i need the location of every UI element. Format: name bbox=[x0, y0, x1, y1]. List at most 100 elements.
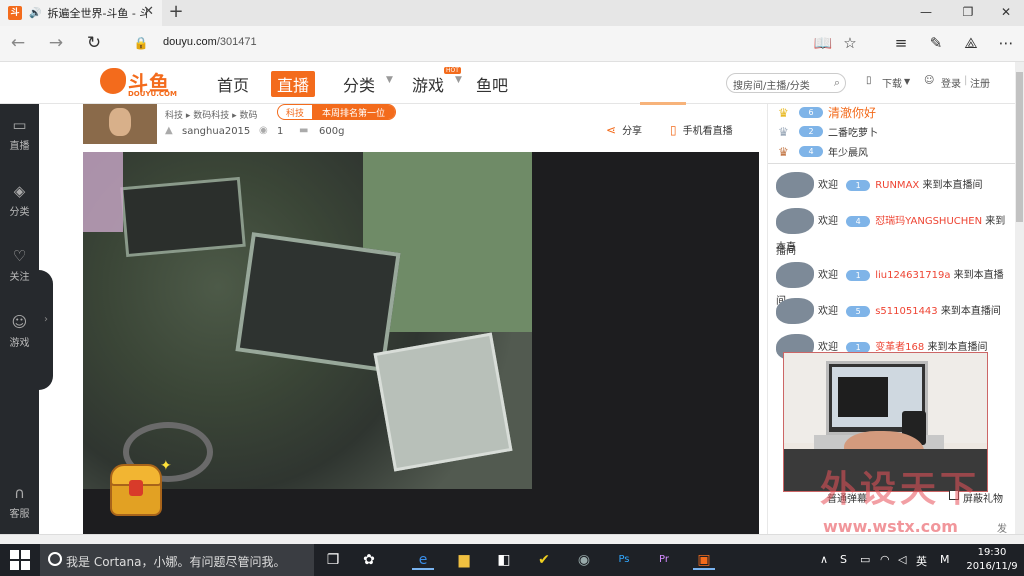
back-icon[interactable]: ← bbox=[7, 33, 29, 53]
breadcrumb-item[interactable]: 科技 bbox=[165, 111, 183, 121]
hub-icon[interactable]: ≡ bbox=[890, 34, 912, 52]
horizontal-scrollbar[interactable] bbox=[0, 534, 1024, 544]
sidebar-item-follow[interactable]: ♡ 关注 bbox=[0, 247, 39, 283]
fan-name: 年少晨风 bbox=[828, 148, 868, 159]
web-note-icon[interactable]: ✎ bbox=[925, 34, 947, 52]
welcome-text: 欢迎 bbox=[818, 270, 838, 281]
more-icon[interactable]: ⋯ bbox=[995, 34, 1017, 52]
tray-expand-icon[interactable]: ∧ bbox=[820, 553, 828, 566]
fish-avatar-icon bbox=[776, 208, 814, 234]
fan-row[interactable]: ♛ 2 二番吃萝卜 bbox=[778, 124, 878, 140]
breadcrumb-item[interactable]: 数码科技 bbox=[193, 111, 229, 121]
minimize-icon[interactable]: — bbox=[916, 5, 936, 19]
task-view-icon[interactable]: ❐ bbox=[322, 550, 344, 570]
norton-icon[interactable]: ✔ bbox=[533, 550, 555, 570]
register-link[interactable]: 注册 bbox=[970, 75, 990, 90]
fish-avatar-icon bbox=[776, 298, 814, 324]
fan-name: 二番吃萝卜 bbox=[828, 128, 878, 139]
browser-tab[interactable]: 斗 🔊 拆遍全世界-斗鱼 - 斗 ✕ bbox=[0, 0, 162, 26]
login-link[interactable]: 登录 bbox=[941, 75, 961, 90]
clock-time: 19:30 bbox=[977, 547, 1007, 558]
maximize-icon[interactable]: ❐ bbox=[958, 5, 978, 19]
sidebar-label: 直播 bbox=[9, 141, 30, 152]
share-browser-icon[interactable]: ⟁ bbox=[960, 34, 982, 52]
anchor-weight: 600g bbox=[319, 126, 345, 137]
sidebar-label: 客服 bbox=[9, 509, 30, 520]
volume-icon[interactable]: ◁ bbox=[898, 553, 906, 566]
tray-app-icon[interactable]: S bbox=[840, 553, 847, 566]
user-badge: 5 bbox=[846, 306, 871, 317]
fan-row[interactable]: ♛ 4 年少晨风 bbox=[778, 144, 868, 160]
share-button[interactable]: ⋖ 分享 bbox=[606, 122, 642, 137]
reading-view-icon[interactable]: 📖 bbox=[812, 34, 834, 52]
close-window-icon[interactable]: ✕ bbox=[996, 5, 1016, 19]
mobile-watch-label: 手机看直播 bbox=[682, 126, 733, 137]
chat-user[interactable]: RUNMAX bbox=[875, 180, 919, 191]
new-tab-icon[interactable]: + bbox=[166, 1, 186, 22]
ime-indicator[interactable]: 英 bbox=[916, 553, 927, 569]
sidebar-item-games[interactable]: ☺ 游戏 bbox=[0, 313, 39, 349]
download-link[interactable]: 下载 bbox=[882, 75, 902, 90]
cortana-search[interactable]: 我是 Cortana，小娜。有问题尽管问我。 bbox=[40, 544, 314, 576]
network-icon[interactable]: ▭ bbox=[860, 553, 870, 566]
sidebar-item-support[interactable]: ∩ 客服 bbox=[0, 484, 39, 520]
url-field[interactable]: douyu.com/301471 bbox=[163, 36, 257, 48]
chest-lock bbox=[129, 480, 143, 496]
chat-user[interactable]: liu124631719a bbox=[875, 270, 950, 281]
chat-message: 欢迎 4 怼瑞玛YANGSHUCHEN 来到本直 bbox=[776, 208, 1012, 261]
user-badge: 4 bbox=[846, 216, 871, 227]
forward-icon[interactable]: → bbox=[45, 33, 67, 53]
app-icon[interactable]: ✿ bbox=[358, 550, 380, 570]
edge-icon[interactable]: e bbox=[412, 550, 434, 570]
send-button[interactable]: 发 bbox=[997, 520, 1007, 535]
refresh-icon[interactable]: ↻ bbox=[83, 33, 105, 53]
sidebar-item-live[interactable]: ▭ 直播 bbox=[0, 116, 39, 152]
chat-user[interactable]: s511051443 bbox=[875, 306, 937, 317]
logo-subtext: DOUYU.COM bbox=[128, 90, 177, 98]
breadcrumb-item[interactable]: 数码 bbox=[240, 111, 258, 121]
welcome-text: 欢迎 bbox=[818, 180, 838, 191]
left-sidebar: ▭ 直播 ◈ 分类 ♡ 关注 ☺ 游戏 ∩ 客服 bbox=[0, 104, 39, 534]
photoshop-icon[interactable]: Ps bbox=[613, 550, 635, 570]
ime-mode-icon[interactable]: M bbox=[940, 553, 950, 566]
speaker-icon[interactable]: 🔊 bbox=[29, 8, 41, 19]
main-content: 科技 ▸ 数码科技 ▸ 数码 科技 本周排名第一位 ▲ sanghua2015 … bbox=[53, 102, 767, 534]
scrollbar-thumb[interactable] bbox=[1016, 72, 1023, 222]
url-domain: douyu.com bbox=[163, 36, 217, 48]
sidebar-label: 分类 bbox=[9, 207, 30, 218]
treasure-chest-icon[interactable]: ✦ bbox=[106, 458, 172, 522]
search-input[interactable]: 搜房间/主播/分类 ⌕ bbox=[726, 73, 846, 93]
anchor-level: 1 bbox=[277, 126, 284, 137]
anchor-avatar[interactable] bbox=[83, 104, 157, 144]
system-clock[interactable]: 19:30 2016/11/9 bbox=[962, 546, 1022, 574]
store-icon[interactable]: ◧ bbox=[493, 550, 515, 570]
crown-icon: ♛ bbox=[778, 144, 789, 159]
search-icon[interactable]: ⌕ bbox=[834, 76, 840, 90]
sidebar-item-category[interactable]: ◈ 分类 bbox=[0, 182, 39, 218]
sidebar-expand-arrow[interactable]: › bbox=[39, 270, 53, 390]
premiere-icon[interactable]: Pr bbox=[653, 550, 675, 570]
wifi-icon[interactable]: ◠ bbox=[880, 553, 890, 566]
mobile-watch-button[interactable]: ▯ 手机看直播 bbox=[670, 122, 733, 137]
file-explorer-icon[interactable]: ▆ bbox=[453, 550, 475, 570]
chat-user[interactable]: 怼瑞玛YANGSHUCHEN bbox=[875, 216, 982, 227]
app-icon[interactable]: ◉ bbox=[573, 550, 595, 570]
nav-fishbar[interactable]: 鱼吧 bbox=[476, 72, 508, 96]
video-player[interactable]: ✦ bbox=[83, 152, 759, 534]
vertical-scrollbar[interactable] bbox=[1015, 62, 1024, 534]
rank-badge[interactable]: 科技 本周排名第一位 bbox=[277, 104, 397, 120]
anchor-name[interactable]: sanghua2015 bbox=[182, 126, 250, 137]
close-tab-icon[interactable]: ✕ bbox=[143, 4, 154, 19]
windows-start-icon[interactable] bbox=[10, 550, 30, 570]
divider: | bbox=[964, 75, 968, 86]
douyu-logo[interactable]: 斗鱼 DOUYU.COM bbox=[100, 66, 177, 100]
nav-live[interactable]: 直播 bbox=[271, 71, 316, 97]
nav-home[interactable]: 首页 bbox=[217, 72, 249, 96]
fan-badge: 6 bbox=[799, 107, 823, 118]
favorite-star-icon[interactable]: ☆ bbox=[839, 34, 861, 52]
nav-games[interactable]: 游戏 bbox=[412, 72, 444, 96]
layers-icon: ◈ bbox=[13, 182, 26, 200]
nav-category[interactable]: 分类 bbox=[343, 72, 375, 96]
fan-row[interactable]: ♛ 6 清澈你好 bbox=[778, 104, 876, 121]
douyu-app-icon[interactable]: ▣ bbox=[693, 550, 715, 570]
